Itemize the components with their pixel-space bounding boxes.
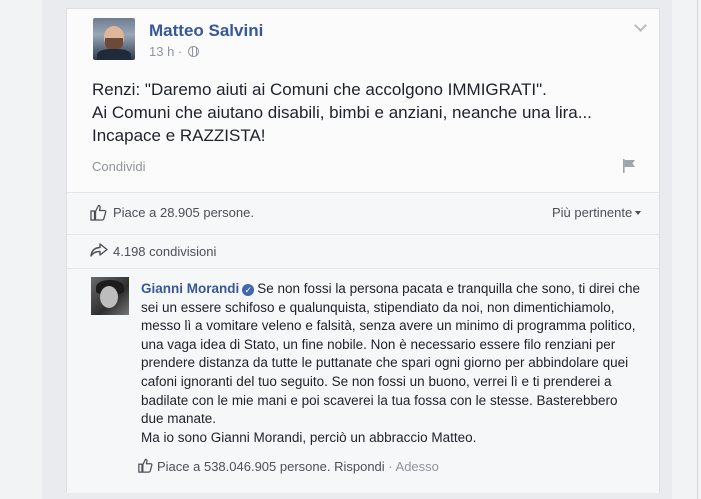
comment-line: una vaga idea di Stato, un fine nobile. …: [141, 336, 616, 352]
sort-label: Più pertinente: [552, 205, 633, 220]
post-text: Renzi: "Daremo aiuti ai Comuni che accol…: [92, 78, 632, 147]
avatar-shirt: [97, 49, 131, 60]
shares-count[interactable]: 4.198 condivisioni: [113, 244, 216, 259]
commenter-avatar[interactable]: [91, 277, 129, 315]
avatar-face: [100, 286, 118, 308]
comment-line: Se non fossi la persona pacata e tranqui…: [257, 281, 641, 296]
comment-line: prendere distanza da tutte le puttanate …: [141, 355, 629, 371]
post-text-line: Renzi: "Daremo aiuti ai Comuni che accol…: [92, 80, 547, 99]
verified-icon: ✓: [242, 284, 255, 296]
caret-down-icon: [635, 211, 642, 215]
comment-time[interactable]: Adesso: [396, 459, 439, 474]
comment-line: messo lì a vomitare veleno e falsità, se…: [141, 318, 636, 334]
globe-icon: [187, 46, 199, 57]
author-avatar[interactable]: [93, 18, 135, 60]
comment-line: Ma io sono Gianni Morandi, perciò un abb…: [141, 429, 477, 445]
separator-dot: ·: [384, 459, 396, 474]
like-icon[interactable]: [90, 204, 107, 221]
comment-body: Gianni Morandi ✓ Se non fossi la persona p…: [141, 280, 651, 447]
comment-line-first: Gianni Morandi ✓ Se non fossi la persona p…: [141, 280, 651, 299]
post-text-line: Incapace e RAZZISTA!: [92, 126, 266, 145]
post-content-area: Matteo Salvini 13 h · Renzi: "Daremo aiu…: [67, 9, 659, 192]
post-time[interactable]: 13 h ·: [149, 44, 182, 59]
reply-button[interactable]: Rispondi: [334, 459, 385, 474]
share-arrow-icon: [90, 243, 108, 257]
flag-icon[interactable]: [621, 158, 637, 174]
post-card: Matteo Salvini 13 h · Renzi: "Daremo aiu…: [66, 8, 660, 493]
comment-line: due manate.: [141, 411, 217, 427]
post-author-name[interactable]: Matteo Salvini: [149, 21, 263, 41]
comment-actions: Piace a 538.046.905 persone. Rispondi · …: [138, 458, 439, 474]
comment-line: badilate con le mie mani e poi scaverei …: [141, 392, 618, 408]
comment-likes-count[interactable]: Piace a 538.046.905 persone.: [157, 459, 330, 474]
likes-row: Piace a 28.905 persone. Più pertinente: [67, 192, 659, 234]
comment-line: cafoni ignoranti del tuo seguito. Se non…: [141, 373, 612, 389]
post-text-line: Ai Comuni che aiutano disabili, bimbi e …: [92, 103, 592, 122]
page-divider: [697, 0, 698, 499]
share-link[interactable]: Condividi: [92, 159, 145, 174]
comment: Gianni Morandi ✓ Se non fossi la persona p…: [67, 268, 659, 493]
like-icon[interactable]: [138, 458, 153, 473]
shares-row: 4.198 condivisioni: [67, 234, 659, 268]
commenter-name[interactable]: Gianni Morandi: [141, 281, 239, 296]
sort-dropdown[interactable]: Più pertinente: [552, 205, 642, 220]
page-left-margin: [0, 0, 42, 499]
post-meta: 13 h ·: [149, 44, 199, 59]
likes-count[interactable]: Piace a 28.905 persone.: [113, 205, 254, 220]
comment-line: sei un essere schifoso e qualunquista, s…: [141, 299, 615, 315]
chevron-down-icon[interactable]: [634, 19, 647, 32]
